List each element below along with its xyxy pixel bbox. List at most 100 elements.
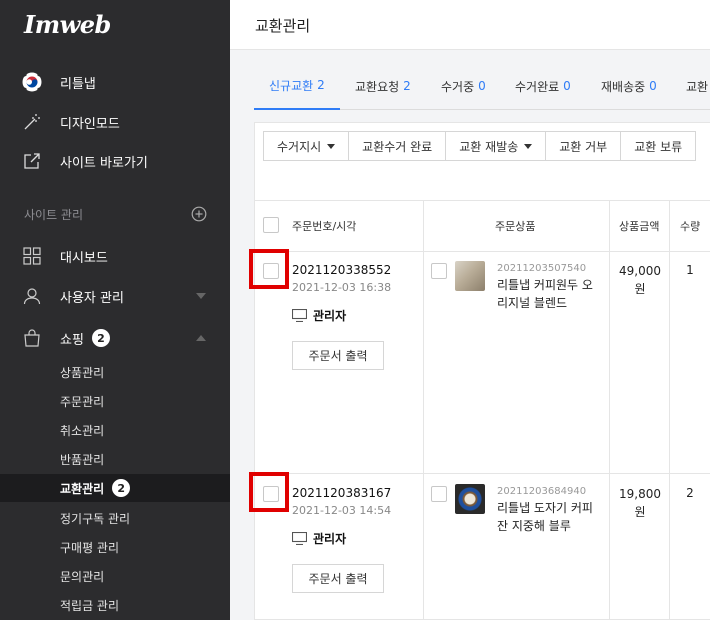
sidebar-subitem-points[interactable]: 적립금 관리 <box>0 591 230 619</box>
sidebar-subitem-orders[interactable]: 주문관리 <box>0 387 230 415</box>
status-tabs: 신규교환 2 교환요청 2 수거중 0 수거완료 0 재배송중 0 교환 <box>254 62 710 110</box>
bulk-action-toolbar: 수거지시 교환수거 완료 교환 재발송 교환 거부 교환 보류 <box>263 131 697 161</box>
section-label-site-management: 사이트 관리 <box>24 208 84 222</box>
count-badge: 2 <box>112 479 131 497</box>
price-value: 49,000 <box>619 264 661 278</box>
tab-new-exchange[interactable]: 신규교환 2 <box>254 62 340 110</box>
button-label: 교환수거 완료 <box>362 139 433 154</box>
column-header-qty: 수량 <box>680 220 701 233</box>
product-checkbox[interactable] <box>431 486 447 502</box>
hold-exchange-button[interactable]: 교환 보류 <box>620 131 697 161</box>
sidebar-item-design-mode[interactable]: 디자인모드 <box>0 104 230 140</box>
product-name[interactable]: 리틀냅 도자기 커피잔 지중해 블루 <box>497 499 602 535</box>
order-channel: 관리자 <box>292 307 346 324</box>
sidebar-subitem-subscriptions[interactable]: 정기구독 관리 <box>0 504 230 532</box>
tab-exchange-request[interactable]: 교환요청 2 <box>355 62 411 110</box>
print-order-button[interactable]: 주문서 출력 <box>292 341 384 370</box>
imweb-logo[interactable]: Imweb <box>24 10 111 39</box>
product-code: 20211203507540 <box>497 263 587 274</box>
collect-order-dropdown[interactable]: 수거지시 <box>263 131 350 161</box>
product-quantity: 1 <box>686 263 694 277</box>
tab-label: 수거중 <box>441 79 475 94</box>
order-date: 2021-12-03 16:38 <box>292 281 392 294</box>
external-link-icon <box>22 151 42 171</box>
column-header-amount: 상품금액 <box>619 220 660 233</box>
sidebar-item-users[interactable]: 사용자 관리 <box>0 278 230 314</box>
product-checkbox[interactable] <box>431 263 447 279</box>
sidebar-item-label: 디자인모드 <box>60 116 120 132</box>
sidebar-subitem-cancellations[interactable]: 취소관리 <box>0 416 230 444</box>
sidebar: Imweb 리틀냅 디자인모드 사이트 바로가기 사이트 관리 대시보드 사용자… <box>0 0 230 620</box>
sidebar-subitem-products[interactable]: 상품관리 <box>0 358 230 386</box>
button-label: 수거지시 <box>277 139 322 154</box>
reship-dropdown[interactable]: 교환 재발송 <box>445 131 547 161</box>
chevron-down-icon <box>196 293 206 299</box>
page-header: 교환관리 <box>230 0 710 50</box>
sidebar-item-shopping[interactable]: 쇼핑 2 <box>0 320 230 356</box>
grid-icon <box>22 246 42 266</box>
highlight-box <box>249 472 289 512</box>
sidebar-item-label: 사용자 관리 <box>60 290 124 306</box>
product-name[interactable]: 리틀냅 커피원두 오리지널 블렌드 <box>497 276 602 312</box>
order-date: 2021-12-03 14:54 <box>292 504 392 517</box>
sidebar-subitem-exchanges[interactable]: 교환관리 2 <box>0 474 230 502</box>
page-title: 교환관리 <box>255 17 311 35</box>
sidebar-item-dashboard[interactable]: 대시보드 <box>0 238 230 274</box>
product-quantity: 2 <box>686 486 694 500</box>
caret-down-icon <box>524 143 533 149</box>
select-all-checkbox[interactable] <box>263 217 279 233</box>
column-header-order: 주문번호/시각 <box>292 220 357 233</box>
tab-count: 0 <box>649 79 657 93</box>
sidebar-item-label: 리틀냅 <box>60 76 96 92</box>
tab-label: 교환 <box>686 79 709 94</box>
product-thumbnail-coffee-cup[interactable] <box>455 484 485 514</box>
column-header-product: 주문상품 <box>495 220 536 233</box>
tab-count: 2 <box>403 79 411 93</box>
sidebar-subitem-reviews[interactable]: 구매평 관리 <box>0 533 230 561</box>
sidebar-item-label: 쇼핑 <box>60 332 84 348</box>
tab-label: 수거완료 <box>515 79 560 94</box>
monitor-icon <box>292 532 307 545</box>
highlight-box <box>249 249 289 289</box>
product-price: 49,000 원 <box>610 262 670 298</box>
user-icon <box>22 286 42 306</box>
caret-down-icon <box>327 143 336 149</box>
sidebar-subitem-inquiries[interactable]: 문의관리 <box>0 562 230 590</box>
order-number[interactable]: 2021120338552 <box>292 263 391 277</box>
exchange-list-panel: 수거지시 교환수거 완료 교환 재발송 교환 거부 교환 보류 주문번호/시각 … <box>249 122 710 620</box>
tab-collected[interactable]: 수거완료 0 <box>515 62 571 110</box>
korea-flag-icon <box>22 72 42 92</box>
product-thumbnail-coffee-beans[interactable] <box>455 261 485 291</box>
tab-count: 0 <box>563 79 571 93</box>
plus-circle-icon[interactable] <box>191 206 207 222</box>
tab-label: 교환요청 <box>355 79 400 94</box>
order-number[interactable]: 2021120383167 <box>292 486 391 500</box>
order-channel: 관리자 <box>292 530 346 547</box>
tab-count: 0 <box>478 79 486 93</box>
price-currency: 원 <box>634 282 646 296</box>
channel-label: 관리자 <box>313 532 347 546</box>
button-label: 교환 보류 <box>634 139 683 154</box>
price-value: 19,800 <box>619 487 661 501</box>
count-badge: 2 <box>91 329 110 347</box>
tab-count: 2 <box>317 78 325 92</box>
sidebar-subitem-returns[interactable]: 반품관리 <box>0 445 230 473</box>
shopping-bag-icon <box>22 328 42 348</box>
reject-exchange-button[interactable]: 교환 거부 <box>545 131 622 161</box>
tab-exchange-more[interactable]: 교환 <box>686 62 708 110</box>
tab-collecting[interactable]: 수거중 0 <box>441 62 486 110</box>
collect-complete-button[interactable]: 교환수거 완료 <box>348 131 447 161</box>
magic-wand-icon <box>22 112 42 132</box>
channel-label: 관리자 <box>313 309 347 323</box>
print-order-button[interactable]: 주문서 출력 <box>292 564 384 593</box>
sidebar-item-visit-site[interactable]: 사이트 바로가기 <box>0 143 230 179</box>
button-label: 교환 거부 <box>559 139 608 154</box>
sidebar-item-site[interactable]: 리틀냅 <box>0 64 230 100</box>
sidebar-item-label: 사이트 바로가기 <box>60 155 148 171</box>
product-code: 20211203684940 <box>497 486 587 497</box>
sidebar-item-label: 교환관리 <box>60 481 105 496</box>
row-divider <box>255 473 710 474</box>
tab-reshipping[interactable]: 재배송중 0 <box>601 62 657 110</box>
sidebar-item-label: 대시보드 <box>60 250 108 266</box>
tab-label: 재배송중 <box>601 79 646 94</box>
